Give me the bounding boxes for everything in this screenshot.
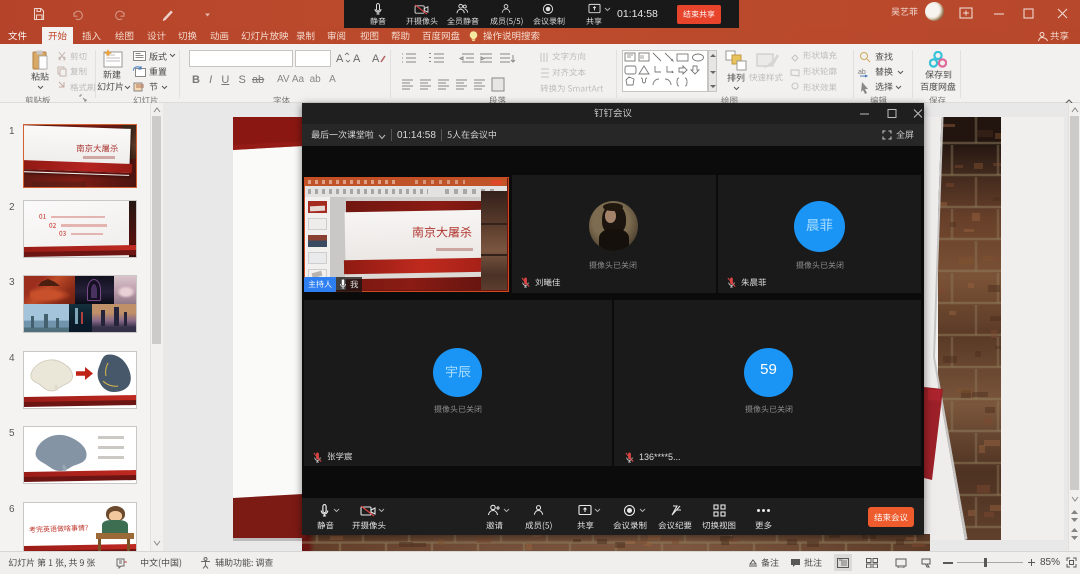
svg-text:A: A [353,53,361,65]
svg-text:A: A [336,53,344,65]
svg-text:ab: ab [858,69,866,76]
svg-text:A: A [372,53,380,65]
